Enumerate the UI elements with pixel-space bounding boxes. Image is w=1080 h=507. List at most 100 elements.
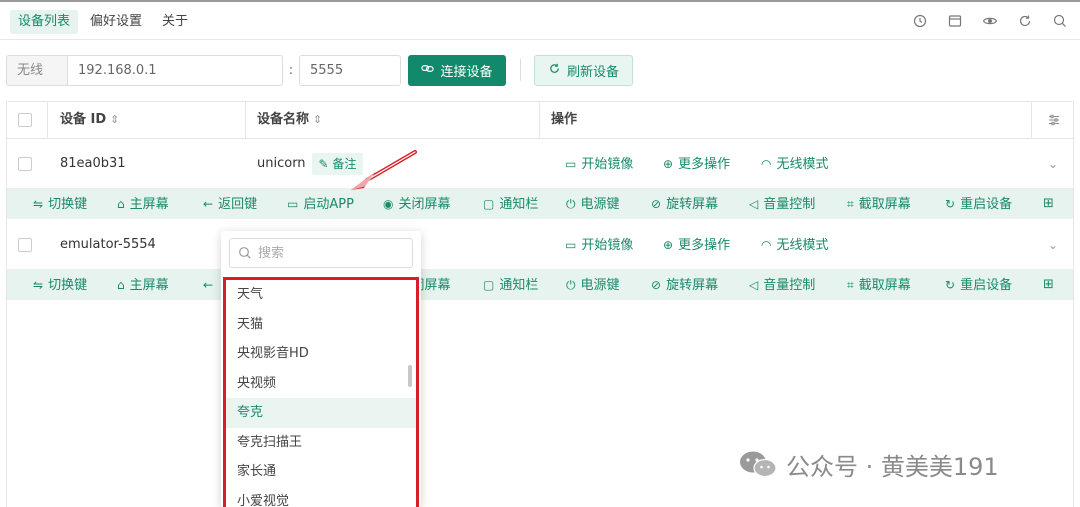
volume-icon: ◁ <box>749 278 759 292</box>
app-option[interactable]: 央视频 <box>226 369 416 399</box>
watermark-text: 公众号 · 黄美美191 <box>786 452 999 481</box>
search-icon <box>239 247 251 259</box>
app-icon: ▭ <box>287 197 299 211</box>
refresh-icon[interactable] <box>1017 13 1033 29</box>
toolbar-reboot-button[interactable]: ↻ 重启设备 <box>945 189 1012 219</box>
rotate-icon: ⊘ <box>651 278 662 292</box>
refresh-devices-label: 刷新设备 <box>566 65 619 80</box>
device-toolbar: ⇋切换键 ⌂主屏幕 ← ◉关闭屏幕 ▢通知栏 ⏻电源键 ⊘旋转屏幕 ◁音量控制 … <box>7 270 1073 300</box>
toolbar-screenshot-button[interactable]: ⌗ 截取屏幕 <box>847 270 911 300</box>
restart-icon: ↻ <box>945 278 956 292</box>
toolbar-more-icon[interactable]: ⊞ <box>1043 270 1054 300</box>
port-input[interactable]: 5555 <box>299 55 401 86</box>
column-divider <box>1031 102 1032 139</box>
toolbar-rotate-button[interactable]: ⊘ 旋转屏幕 <box>651 189 718 219</box>
header-actions: 操作 <box>551 112 578 127</box>
dropdown-scrollbar[interactable] <box>408 365 412 387</box>
home-icon: ⌂ <box>117 197 125 211</box>
app-option[interactable]: 天猫 <box>226 310 416 340</box>
arrow-left-icon: ← <box>203 278 214 292</box>
tab-about[interactable]: 关于 <box>154 10 196 34</box>
app-option[interactable]: 央视影音HD <box>226 339 416 369</box>
notification-icon: ▢ <box>483 197 495 211</box>
toolbar-rotate-button[interactable]: ⊘ 旋转屏幕 <box>651 270 718 300</box>
switch-icon: ⇋ <box>33 278 44 292</box>
connect-device-button[interactable]: 连接设备 <box>408 55 506 86</box>
search-icon[interactable] <box>1052 13 1068 29</box>
plus-circle-icon: ⊕ <box>663 238 674 252</box>
chevron-down-icon[interactable]: ⌄ <box>1048 220 1058 270</box>
wireless-mode-button[interactable]: ◠ 无线模式 <box>761 220 829 270</box>
refresh-devices-button[interactable]: 刷新设备 <box>534 55 633 86</box>
monitor-icon: ▭ <box>565 238 577 252</box>
header-device-id[interactable]: 设备 ID ⇕ <box>60 102 119 138</box>
monitor-icon: ▭ <box>565 157 577 171</box>
chevron-down-icon[interactable]: ⌄ <box>1048 139 1058 189</box>
connection-type-prefix: 无线 <box>6 55 68 86</box>
app-option[interactable]: 天气 <box>226 280 416 310</box>
row-checkbox[interactable] <box>18 238 32 252</box>
crop-icon: ⌗ <box>847 278 854 292</box>
start-mirror-button[interactable]: ▭ 开始镜像 <box>565 139 633 189</box>
window-icon[interactable] <box>947 13 963 29</box>
arrow-left-icon: ← <box>203 197 214 211</box>
wechat-icon <box>740 451 777 478</box>
app-search-box <box>229 238 413 268</box>
switch-icon: ⇋ <box>33 197 44 211</box>
column-divider <box>539 102 540 139</box>
volume-icon: ◁ <box>749 197 759 211</box>
device-id: 81ea0b31 <box>60 156 126 171</box>
toolbar-back-button[interactable]: ← 返回键 <box>203 189 257 219</box>
more-actions-button[interactable]: ⊕ 更多操作 <box>663 139 730 189</box>
toolbar-notification-button[interactable]: ▢ 通知栏 <box>483 189 538 219</box>
divider <box>520 59 521 81</box>
wireless-mode-button[interactable]: ◠ 无线模式 <box>761 139 829 189</box>
toolbar-power-button[interactable]: ⏻ 电源键 <box>566 189 620 219</box>
toolbar-volume-button[interactable]: ◁ 音量控制 <box>749 270 815 300</box>
toolbar-power-button[interactable]: ⏻ 电源键 <box>566 270 620 300</box>
connect-device-label: 连接设备 <box>440 65 493 80</box>
port-separator: : <box>288 63 294 78</box>
toolbar-notification-button[interactable]: ▢ 通知栏 <box>483 270 538 300</box>
table-header: 设备 ID ⇕ 设备名称 ⇕ 操作 <box>7 102 1073 139</box>
app-search-input[interactable] <box>258 242 408 264</box>
column-settings-icon[interactable] <box>1047 113 1061 127</box>
toolbar-home-button[interactable]: ⌂ 主屏幕 <box>117 270 169 300</box>
eye-icon[interactable] <box>982 13 998 29</box>
toolbar-volume-button[interactable]: ◁ 音量控制 <box>749 189 815 219</box>
ip-input[interactable]: 192.168.0.1 <box>67 55 283 86</box>
power-icon: ⏻ <box>566 278 576 292</box>
start-mirror-button[interactable]: ▭ 开始镜像 <box>565 220 633 270</box>
toolbar-more-icon[interactable]: ⊞ <box>1043 189 1054 219</box>
row-checkbox[interactable] <box>18 157 32 171</box>
toolbar-switch-button[interactable]: ⇋ 切换键 <box>33 270 87 300</box>
toolbar-screenshot-button[interactable]: ⌗ 截取屏幕 <box>847 189 911 219</box>
select-all-checkbox[interactable] <box>18 113 32 127</box>
nav-icon-group <box>912 13 1068 29</box>
toolbar-back-button[interactable]: ← <box>203 270 218 300</box>
eye-off-icon: ◉ <box>383 197 394 211</box>
toolbar-reboot-button[interactable]: ↻ 重启设备 <box>945 270 1012 300</box>
wifi-icon: ◠ <box>761 157 772 171</box>
app-option[interactable]: 家长通 <box>226 457 416 487</box>
plus-circle-icon: ⊕ <box>663 157 674 171</box>
toolbar-launch-app-button[interactable]: ▭ 启动APP <box>287 189 354 219</box>
column-divider <box>245 102 246 139</box>
header-device-name[interactable]: 设备名称 ⇕ <box>257 102 322 138</box>
app-option[interactable]: 夸克扫描王 <box>226 428 416 458</box>
tab-preferences[interactable]: 偏好设置 <box>82 10 150 34</box>
watermark: 公众号 · 黄美美191 <box>738 447 999 481</box>
tab-device-list[interactable]: 设备列表 <box>10 10 79 34</box>
app-option[interactable]: 小爱视觉 <box>226 487 416 507</box>
sort-icon: ⇕ <box>110 113 120 126</box>
clock-icon[interactable] <box>912 13 928 29</box>
device-toolbar: ⇋ 切换键 ⌂ 主屏幕 ← 返回键 ▭ 启动APP ◉ 关闭屏幕 ▢ 通知栏 ⏻ 电源键 ⊘ 旋… <box>7 189 1073 219</box>
toolbar-home-button[interactable]: ⌂ 主屏幕 <box>117 189 169 219</box>
app-option-list: 天气 天猫 央视影音HD 央视频 夸克 夸克扫描王 家长通 小爱视觉 <box>223 277 419 507</box>
restart-icon: ↻ <box>945 197 956 211</box>
more-actions-button[interactable]: ⊕ 更多操作 <box>663 220 730 270</box>
device-id: emulator-5554 <box>60 237 156 252</box>
home-icon: ⌂ <box>117 278 125 292</box>
app-option-highlighted[interactable]: 夸克 <box>226 398 416 428</box>
toolbar-switch-button[interactable]: ⇋ 切换键 <box>33 189 87 219</box>
